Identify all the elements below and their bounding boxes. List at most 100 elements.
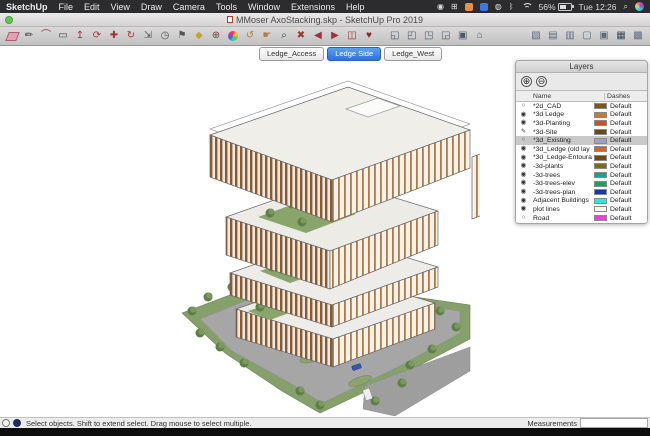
layer-dashes[interactable]: Default (610, 146, 647, 153)
bluetooth-icon[interactable]: ᛒ (509, 3, 514, 11)
section-plane-tool[interactable]: ◫ (344, 29, 360, 44)
scene-tab[interactable]: Ledge Side (327, 47, 381, 61)
spotlight-search-icon[interactable]: ⌕ (624, 3, 628, 11)
app-orange-icon[interactable] (465, 3, 473, 11)
layer-color-swatch[interactable] (594, 181, 607, 187)
next-view-button[interactable]: ▶ (327, 29, 343, 44)
layer-row[interactable]: *3d-Planting Default (516, 119, 647, 128)
layer-name[interactable]: -3d-plants (531, 163, 594, 170)
pan-tool[interactable]: ☛ (259, 29, 275, 44)
menu-app-name[interactable]: SketchUp (6, 2, 48, 12)
back-view-button[interactable]: ▣ (455, 29, 471, 44)
layer-row[interactable]: plot lines Default (516, 205, 647, 214)
layer-row[interactable]: *2d_CAD Default (516, 102, 647, 111)
layer-row[interactable]: *3d Ledge Default (516, 111, 647, 120)
layer-name[interactable]: *3d_Ledge-Entoura (531, 154, 594, 161)
layer-row[interactable]: -3d-plants Default (516, 162, 647, 171)
front-view-button[interactable]: ◳ (421, 29, 437, 44)
layer-visibility-icon[interactable] (516, 189, 531, 196)
layer-visibility-icon[interactable] (516, 120, 531, 127)
tape-measure-tool[interactable]: ◷ (157, 29, 173, 44)
layer-dashes[interactable]: Default (610, 129, 647, 136)
layer-visibility-icon[interactable] (516, 155, 531, 162)
layer-color-swatch[interactable] (594, 155, 607, 161)
layer-dashes[interactable]: Default (610, 163, 647, 170)
layer-name[interactable]: *3d Ledge (531, 111, 594, 118)
layers-panel-title[interactable]: Layers (516, 61, 647, 73)
menu-item[interactable]: Window (248, 2, 280, 12)
layer-visibility-icon[interactable] (516, 172, 531, 179)
layer-dashes[interactable]: Default (610, 103, 647, 110)
back-edges-style-button[interactable]: ▤ (545, 29, 561, 44)
layer-color-swatch[interactable] (594, 215, 607, 221)
arc-tool[interactable]: ⌒ (38, 29, 54, 44)
layer-name[interactable]: -3d-trees-plan (531, 189, 594, 196)
layer-name[interactable]: -3d-trees (531, 172, 594, 179)
layer-name[interactable]: -3d-trees-elev (531, 180, 594, 187)
layer-row[interactable]: Road Default (516, 214, 647, 223)
menu-item[interactable]: Camera (173, 2, 205, 12)
geolocation-icon[interactable] (2, 419, 10, 427)
layer-visibility-icon[interactable] (516, 129, 531, 136)
layer-color-swatch[interactable] (594, 138, 607, 144)
layer-name[interactable]: plot lines (531, 206, 594, 213)
layer-dashes[interactable]: Default (610, 120, 647, 127)
layer-visibility-icon[interactable] (516, 163, 531, 170)
menu-clock[interactable]: Tue 12:26 (579, 2, 617, 12)
layer-color-swatch[interactable] (594, 172, 607, 178)
layer-row[interactable]: -3d-trees-elev Default (516, 179, 647, 188)
input-source-icon[interactable]: ⊞ (451, 3, 458, 11)
layer-name[interactable]: Adjacent Buildings (531, 197, 594, 204)
home-view-button[interactable]: ⌂ (472, 29, 488, 44)
text-tool[interactable]: ⚑ (174, 29, 190, 44)
color-wheel-tool[interactable] (225, 29, 241, 44)
layer-row[interactable]: *3d_Existing Default (516, 136, 647, 145)
layer-visibility-icon[interactable] (516, 137, 531, 144)
layer-color-swatch[interactable] (594, 103, 607, 109)
layer-visibility-icon[interactable] (516, 103, 531, 110)
layer-name[interactable]: *3d_Ledge (old lay (531, 146, 594, 153)
menu-item[interactable]: Draw (141, 2, 162, 12)
menu-item[interactable]: Tools (216, 2, 237, 12)
menu-item[interactable]: Edit (84, 2, 100, 12)
iso-view-button[interactable]: ◱ (387, 29, 403, 44)
layer-dashes[interactable]: Default (610, 215, 647, 222)
layer-name[interactable]: *3d-Planting (531, 120, 594, 127)
xray-style-button[interactable]: ▧ (528, 29, 544, 44)
layer-color-swatch[interactable] (594, 120, 607, 126)
rectangle-tool[interactable]: ▭ (55, 29, 71, 44)
follow-me-tool[interactable]: ⟳ (89, 29, 105, 44)
scale-tool[interactable]: ⇲ (140, 29, 156, 44)
wireframe-style-button[interactable]: ▥ (562, 29, 578, 44)
line-tool[interactable]: ✏ (21, 29, 37, 44)
layer-color-swatch[interactable] (594, 189, 607, 195)
push-pull-tool[interactable]: ↥ (72, 29, 88, 44)
layer-color-swatch[interactable] (594, 198, 607, 204)
layer-color-swatch[interactable] (594, 146, 607, 152)
zoom-tool[interactable]: ⌕ (276, 29, 292, 44)
layer-row[interactable]: *3d_Ledge-Entoura Default (516, 154, 647, 163)
menu-item[interactable]: File (59, 2, 74, 12)
drawing-canvas[interactable]: Ledge_AccessLedge SideLedge_West (0, 46, 650, 417)
model-canvas[interactable] (170, 71, 480, 416)
right-view-button[interactable]: ◲ (438, 29, 454, 44)
menu-item[interactable]: View (111, 2, 130, 12)
layer-name[interactable]: *3d_Existing (531, 137, 594, 144)
add-layer-button[interactable]: ⊕ (521, 76, 532, 87)
layer-dashes[interactable]: Default (610, 197, 647, 204)
screen-record-icon[interactable]: ◉ (437, 3, 444, 11)
layer-dashes[interactable]: Default (610, 189, 647, 196)
rotate-tool[interactable]: ↻ (123, 29, 139, 44)
shaded-style-button[interactable]: ▣ (596, 29, 612, 44)
layer-name[interactable]: *2d_CAD (531, 103, 594, 110)
battery-indicator[interactable]: 56% (539, 2, 572, 12)
menu-item[interactable]: Extensions (291, 2, 335, 12)
layer-color-swatch[interactable] (594, 163, 607, 169)
make-component-tool[interactable]: ⊕ (208, 29, 224, 44)
scene-tab[interactable]: Ledge_Access (259, 47, 324, 61)
layer-row[interactable]: *3d-Site Default (516, 128, 647, 137)
layer-row[interactable]: *3d_Ledge (old lay Default (516, 145, 647, 154)
remove-layer-button[interactable]: ⊖ (536, 76, 547, 87)
layer-color-swatch[interactable] (594, 129, 607, 135)
layer-dashes[interactable]: Default (610, 180, 647, 187)
